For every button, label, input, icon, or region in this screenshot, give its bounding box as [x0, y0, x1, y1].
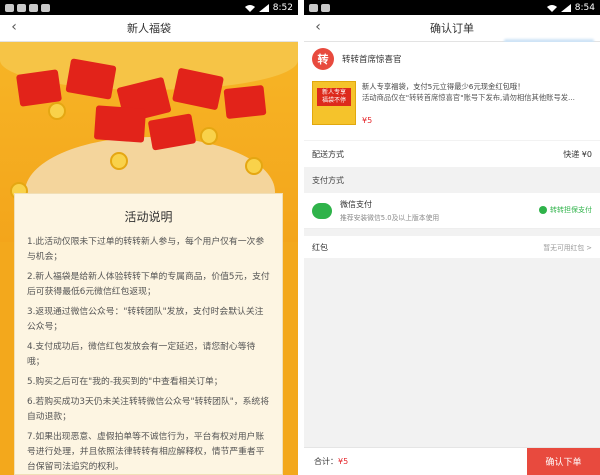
thumbnail-text: 新人专享 [321, 89, 346, 96]
shipping-label: 配送方式 [312, 149, 344, 159]
signal-icon [258, 3, 269, 12]
wechat-icon [312, 202, 332, 219]
back-arrow-icon[interactable]: ‹ [6, 19, 22, 35]
rules-title: 活动说明 [124, 210, 173, 224]
red-packet-label: 红包 [312, 242, 328, 252]
back-arrow-icon[interactable]: ‹ [310, 19, 326, 35]
notification-icon [29, 3, 38, 12]
right-phone-screen: 8:54 ‹ 确认订单 转 转转首席惊喜官 新人专享 福袋不停 新人专享福袋，支… [304, 0, 600, 475]
total-label: 合计： [314, 457, 338, 466]
rule-item: 7.如果出现恶意、虚假拍单等不诚信行为，平台有权对用户账号进行处理，并且依照法律… [27, 432, 265, 472]
red-packet-row[interactable]: 红包 暂无可用红包 > [304, 236, 600, 258]
page-title: 确认订单 [430, 22, 474, 35]
notification-icon [41, 3, 50, 12]
gold-coin-icon [200, 127, 218, 145]
app-bar: ‹ 确认订单 [304, 15, 600, 42]
gold-coin-icon [245, 157, 263, 175]
item-price: ¥5 [362, 116, 373, 125]
wifi-icon [244, 4, 255, 12]
wechat-pay-label: 微信支付 [340, 200, 372, 209]
confirm-order-button[interactable]: 确认下单 [527, 447, 600, 475]
shop-name: 转转首席惊喜官 [342, 55, 402, 65]
gold-coin-icon [110, 152, 128, 170]
wechat-pay-option[interactable]: 微信支付 推荐安装微信5.0及以上版本使用 转转担保支付 [304, 193, 600, 229]
rule-item: 2.新人福袋是给新人体验转转下单的专属商品，价值5元，支付后可获得最低6元微信红… [27, 272, 270, 297]
wifi-icon [546, 4, 557, 12]
shop-header[interactable]: 转 转转首席惊喜官 [304, 42, 600, 76]
red-envelope-icon [65, 58, 117, 100]
status-time: 8:54 [574, 2, 595, 13]
rule-item: 6.若购买成功3天仍未关注转转微信公众号"转转团队"，系统将自动退款； [27, 397, 270, 422]
left-phone-screen: 8:52 ‹ 新人福袋 活动说明 1.此活动仅限未下过单的转转新人参与，每个用户… [0, 0, 298, 475]
status-bar: 8:54 [304, 0, 600, 15]
check-circle-icon [539, 206, 547, 214]
order-item[interactable]: 新人专享 福袋不停 新人专享福袋，支付5元立得最少6元现金红包哦！ 活动商品仅在… [304, 76, 600, 140]
gold-coin-icon [48, 102, 66, 120]
item-description: 活动商品仅在"转转首席惊喜官"账号下发布,请勿相信其他账号发... [362, 93, 576, 102]
shipping-value: 快递 ¥0 [563, 149, 592, 159]
thumbnail-banner: 新人专享 福袋不停 [317, 88, 351, 106]
status-time: 8:52 [272, 2, 293, 13]
notification-icon [17, 3, 26, 12]
activity-rules-card: 活动说明 1.此活动仅限未下过单的转转新人参与，每个用户仅有一次参与机会； 2.… [14, 193, 283, 475]
notification-icons [5, 3, 50, 12]
shipping-row[interactable]: 配送方式 快递 ¥0 [304, 141, 600, 167]
red-packet-value: 暂无可用红包 > [543, 244, 592, 252]
payment-section-header: 支付方式 [304, 168, 600, 192]
status-bar: 8:52 [0, 0, 298, 15]
rule-item: 3.返现通过微信公众号："转转团队"发放，支付时会默认关注公众号； [27, 307, 264, 332]
page-title: 新人福袋 [127, 22, 171, 35]
red-envelope-icon [223, 84, 267, 120]
notification-icon [5, 3, 14, 12]
total-amount: ¥5 [338, 457, 349, 466]
guarantee-status: 转转担保支付 [539, 205, 592, 215]
rule-item: 1.此活动仅限未下过单的转转新人参与，每个用户仅有一次参与机会； [27, 237, 265, 262]
shop-logo: 转 [312, 48, 334, 70]
notification-icon [309, 3, 318, 12]
item-title: 新人专享福袋，支付5元立得最少6元现金红包哦！ [362, 82, 525, 91]
notification-icon [321, 3, 330, 12]
red-envelope-icon [93, 105, 147, 143]
wechat-pay-subtitle: 推荐安装微信5.0及以上版本使用 [340, 214, 440, 222]
item-thumbnail: 新人专享 福袋不停 [312, 81, 356, 125]
guarantee-status-text: 转转担保支付 [550, 206, 592, 214]
order-total: 合计：¥5 [304, 456, 527, 467]
checkout-bar: 合计：¥5 确认下单 [304, 447, 600, 475]
signal-icon [560, 3, 571, 12]
app-bar: ‹ 新人福袋 [0, 15, 298, 42]
rule-item: 5.购买之后可在"我的-我买到的"中查看相关订单； [27, 377, 223, 387]
thumbnail-text: 福袋不停 [321, 97, 346, 104]
rule-item: 4.支付成功后，微信红包发放会有一定延迟，请您耐心等待哦； [27, 342, 256, 367]
